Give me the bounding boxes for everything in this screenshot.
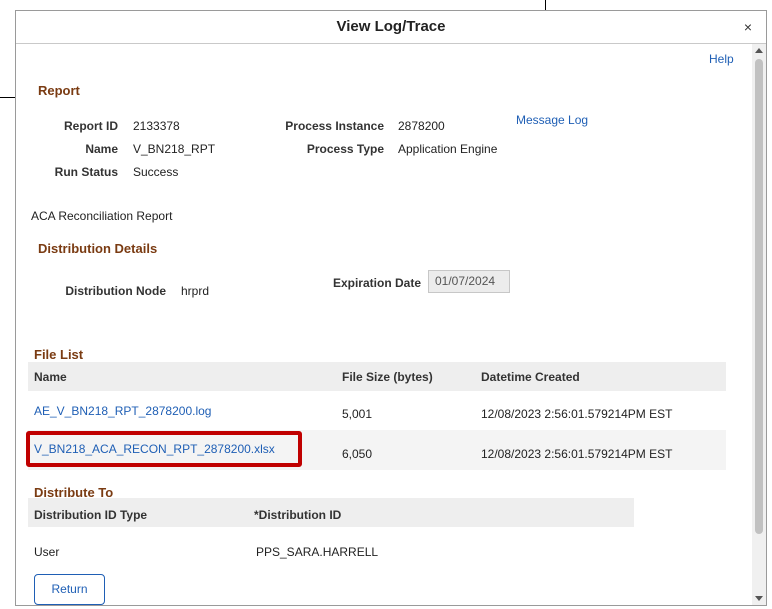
background-line-horizontal: [0, 97, 15, 98]
run-status-value: Success: [133, 165, 179, 179]
file-link-log[interactable]: AE_V_BN218_RPT_2878200.log: [34, 404, 211, 418]
close-button[interactable]: ×: [744, 19, 752, 35]
report-heading: Report: [38, 83, 80, 98]
process-type-value: Application Engine: [398, 142, 498, 156]
distribution-node-label: Distribution Node: [65, 284, 166, 298]
background-line-vertical: [545, 0, 546, 10]
report-id-label: Report ID: [64, 119, 118, 133]
distribute-col-type: Distribution ID Type: [34, 508, 148, 522]
run-status-label: Run Status: [54, 165, 118, 179]
modal-titlebar: View Log/Trace ×: [16, 11, 766, 44]
file-list-col-name: Name: [34, 370, 67, 384]
report-id-value: 2133378: [133, 119, 180, 133]
return-button[interactable]: Return: [34, 574, 105, 605]
name-value: V_BN218_RPT: [133, 142, 216, 156]
help-link[interactable]: Help: [709, 52, 734, 66]
distribution-details-heading: Distribution Details: [38, 241, 158, 256]
distribution-node-value: hrprd: [181, 284, 210, 298]
report-description: ACA Reconciliation Report: [31, 209, 173, 223]
process-type-label: Process Type: [306, 142, 384, 156]
distribute-type-value: User: [34, 545, 60, 559]
file-created-xlsx: 12/08/2023 2:56:01.579214PM EST: [481, 447, 673, 461]
expiration-date-label: Expiration Date: [332, 276, 421, 290]
scroll-thumb[interactable]: [755, 59, 763, 534]
message-log-link[interactable]: Message Log: [516, 113, 588, 127]
expiration-date-field: 01/07/2024: [428, 270, 510, 293]
scroll-up-arrow-icon[interactable]: [755, 48, 763, 53]
modal-title: View Log/Trace: [336, 18, 446, 35]
view-log-trace-modal: View Log/Trace × Help Report Report ID 2…: [15, 10, 767, 606]
scroll-down-arrow-icon[interactable]: [755, 596, 763, 601]
file-list-heading: File List: [34, 347, 84, 362]
vertical-scrollbar[interactable]: [752, 44, 766, 605]
file-size-xlsx: 6,050: [342, 447, 373, 461]
file-created-log: 12/08/2023 2:56:01.579214PM EST: [481, 407, 673, 421]
process-instance-value: 2878200: [398, 119, 445, 133]
distribute-id-value: PPS_SARA.HARRELL: [256, 545, 379, 559]
file-size-log: 5,001: [342, 407, 373, 421]
distribute-col-id: *Distribution ID: [254, 508, 342, 522]
highlight-box: [26, 431, 302, 467]
file-list-col-created: Datetime Created: [481, 370, 580, 384]
file-list-col-size: File Size (bytes): [342, 370, 433, 384]
process-instance-label: Process Instance: [285, 119, 384, 133]
name-label: Name: [85, 142, 118, 156]
